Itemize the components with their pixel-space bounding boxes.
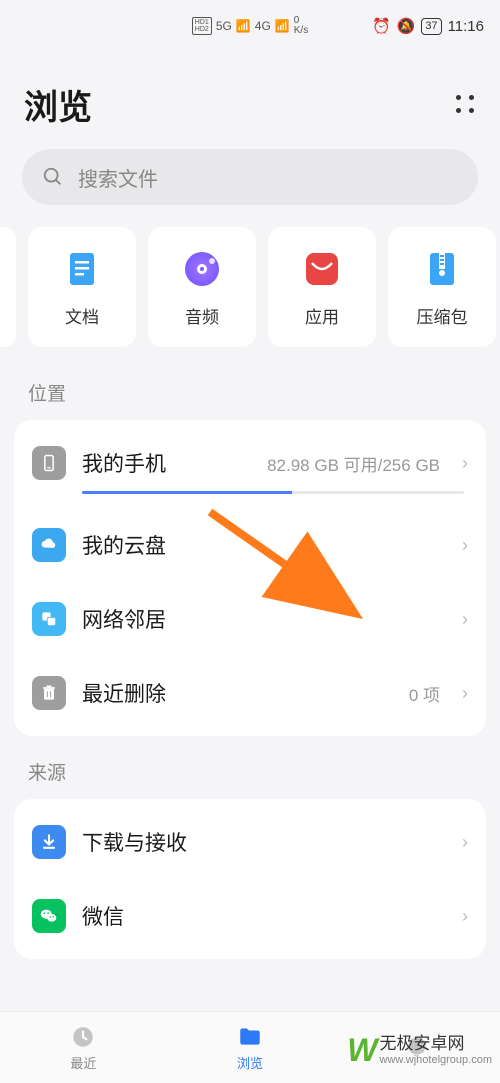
status-bar: HD1 HD2 5G 📶 4G 📶 0 K/s ⏰ 🔕 37 11:16 bbox=[0, 0, 500, 52]
nav-recent[interactable]: 最近 bbox=[0, 1012, 167, 1083]
search-input[interactable]: 搜索文件 bbox=[22, 149, 478, 205]
chevron-right-icon: › bbox=[462, 683, 468, 704]
chevron-right-icon: › bbox=[462, 453, 468, 474]
category-archives[interactable]: 压缩包 bbox=[388, 227, 496, 347]
document-icon bbox=[60, 247, 104, 291]
category-card-partial[interactable] bbox=[0, 227, 16, 347]
search-icon bbox=[42, 166, 64, 188]
search-placeholder: 搜索文件 bbox=[78, 163, 158, 192]
download-icon bbox=[32, 825, 66, 859]
section-location-title: 位置 bbox=[0, 371, 500, 420]
signal-icon: 📶 bbox=[275, 19, 290, 33]
cloud-icon bbox=[32, 528, 66, 562]
category-audio[interactable]: 音频 bbox=[148, 227, 256, 347]
mute-icon: 🔕 bbox=[397, 17, 416, 35]
item-wechat[interactable]: 微信 › bbox=[14, 879, 486, 953]
audio-icon bbox=[180, 247, 224, 291]
archive-icon bbox=[420, 247, 464, 291]
category-apps[interactable]: 应用 bbox=[268, 227, 376, 347]
chevron-right-icon: › bbox=[462, 906, 468, 927]
item-trash[interactable]: 最近删除 0 项 › bbox=[14, 656, 486, 730]
chevron-right-icon: › bbox=[462, 609, 468, 630]
section-source-title: 来源 bbox=[0, 750, 500, 799]
alarm-icon: ⏰ bbox=[372, 17, 391, 35]
item-cloud[interactable]: 我的云盘 › bbox=[14, 508, 486, 582]
watermark: W 无极安卓网 www.wjhotelgroup.com bbox=[347, 1032, 492, 1069]
chevron-right-icon: › bbox=[462, 535, 468, 556]
status-right: ⏰ 🔕 37 11:16 bbox=[372, 17, 484, 35]
phone-icon bbox=[32, 446, 66, 480]
item-my-phone[interactable]: 我的手机 82.98 GB 可用/256 GB › bbox=[14, 426, 486, 508]
app-icon bbox=[300, 247, 344, 291]
item-downloads[interactable]: 下载与接收 › bbox=[14, 805, 486, 879]
folder-icon bbox=[237, 1024, 263, 1050]
status-center: HD1 HD2 5G 📶 4G 📶 0 K/s bbox=[192, 16, 308, 36]
item-network[interactable]: 网络邻居 › bbox=[14, 582, 486, 656]
category-documents[interactable]: 文档 bbox=[28, 227, 136, 347]
clock-icon bbox=[70, 1024, 96, 1050]
more-menu-button[interactable] bbox=[456, 95, 476, 115]
battery-icon: 37 bbox=[421, 18, 441, 35]
network-icon bbox=[32, 602, 66, 636]
trash-icon bbox=[32, 676, 66, 710]
signal-icon: 📶 bbox=[236, 19, 251, 33]
source-card: 下载与接收 › 微信 › bbox=[14, 799, 486, 959]
storage-bar bbox=[82, 491, 464, 494]
chevron-right-icon: › bbox=[462, 832, 468, 853]
watermark-logo-icon: W bbox=[347, 1032, 373, 1069]
wechat-icon bbox=[32, 899, 66, 933]
page-title: 浏览 bbox=[24, 80, 92, 129]
nav-browse[interactable]: 浏览 bbox=[167, 1012, 334, 1083]
status-time: 11:16 bbox=[448, 18, 484, 35]
header: 浏览 bbox=[0, 52, 500, 149]
category-row: 文档 音频 应用 压缩包 bbox=[0, 227, 500, 371]
location-card: 我的手机 82.98 GB 可用/256 GB › 我的云盘 › 网络邻居 › … bbox=[14, 420, 486, 736]
